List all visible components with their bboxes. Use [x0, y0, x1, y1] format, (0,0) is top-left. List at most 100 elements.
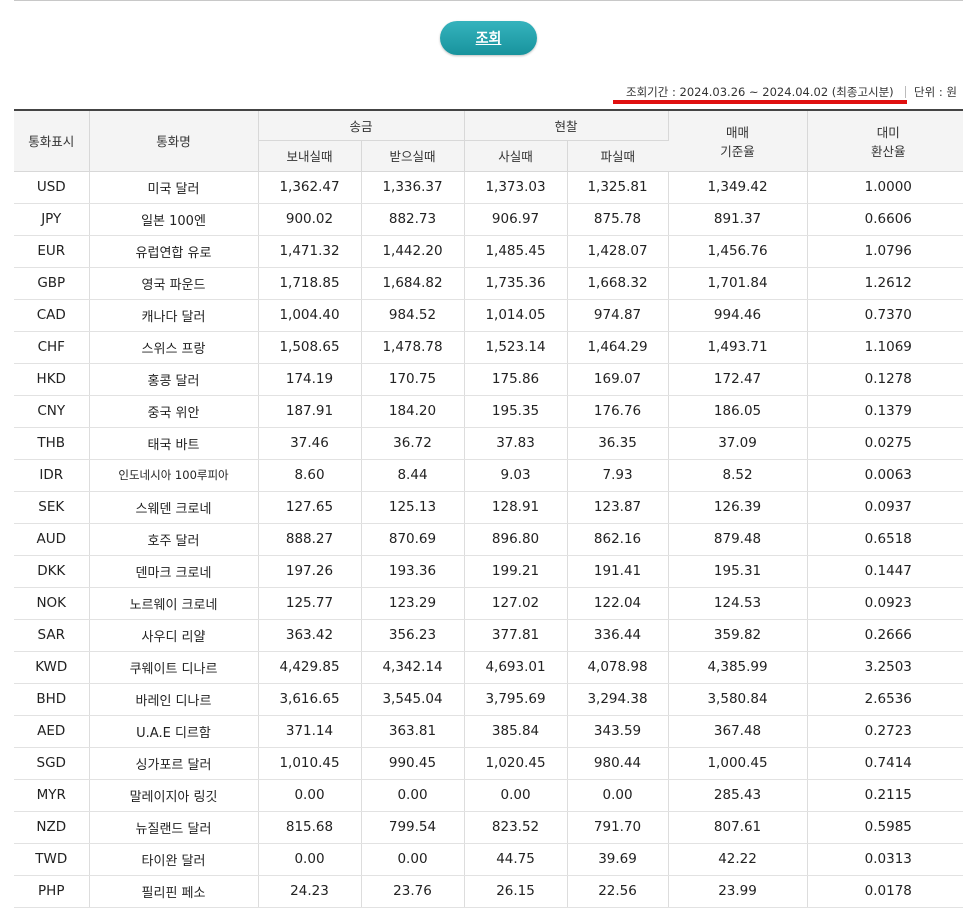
currency-name-cell: 일본 100엔 [89, 203, 259, 236]
period-info: 조회기간 : 2024.03.26 ~ 2024.04.02 (최종고시분) 단… [620, 84, 963, 100]
currency-code-cell: IDR [14, 459, 90, 492]
cash-sell-cell: 4,078.98 [567, 651, 669, 684]
send-rate-cell: 24.23 [258, 875, 362, 908]
currency-code-cell: NOK [14, 587, 90, 620]
currency-code-cell: AED [14, 715, 90, 748]
receive-rate-cell: 882.73 [361, 203, 465, 236]
send-rate-cell: 1,010.45 [258, 747, 362, 780]
receive-rate-cell: 0.00 [361, 843, 465, 876]
usd-rate-cell: 0.2666 [807, 619, 963, 652]
usd-rate-cell: 0.1278 [807, 363, 963, 396]
currency-code-cell: CHF [14, 331, 90, 364]
cash-buy-cell: 37.83 [464, 427, 568, 460]
table-row: CNY 중국 위안 187.91 184.20 195.35 176.76 186.05 0.… [14, 395, 963, 428]
currency-code-cell: USD [14, 171, 90, 204]
cash-sell-cell: 336.44 [567, 619, 669, 652]
cash-buy-cell: 896.80 [464, 523, 568, 556]
send-rate-cell: 371.14 [258, 715, 362, 748]
cash-sell-cell: 343.59 [567, 715, 669, 748]
send-rate-cell: 363.42 [258, 619, 362, 652]
header-send: 보내실때 [258, 140, 362, 172]
currency-name-cell: 영국 파운드 [89, 267, 259, 300]
cash-buy-cell: 9.03 [464, 459, 568, 492]
send-rate-cell: 197.26 [258, 555, 362, 588]
cash-buy-cell: 127.02 [464, 587, 568, 620]
send-rate-cell: 174.19 [258, 363, 362, 396]
header-usd-rate: 대미 환산율 [807, 109, 963, 172]
currency-code-cell: CNY [14, 395, 90, 428]
send-rate-cell: 1,471.32 [258, 235, 362, 268]
base-rate-cell: 8.52 [668, 459, 808, 492]
currency-code-cell: EUR [14, 235, 90, 268]
send-rate-cell: 37.46 [258, 427, 362, 460]
cash-buy-cell: 1,523.14 [464, 331, 568, 364]
table-row: CHF 스위스 프랑 1,508.65 1,478.78 1,523.14 1,464.2… [14, 331, 963, 364]
currency-code-cell: KWD [14, 651, 90, 684]
cash-sell-cell: 1,428.07 [567, 235, 669, 268]
usd-rate-cell: 0.0275 [807, 427, 963, 460]
base-rate-cell: 172.47 [668, 363, 808, 396]
cash-sell-cell: 1,464.29 [567, 331, 669, 364]
usd-rate-cell: 0.5985 [807, 811, 963, 844]
cash-buy-cell: 0.00 [464, 779, 568, 812]
cash-buy-cell: 1,020.45 [464, 747, 568, 780]
base-rate-cell: 3,580.84 [668, 683, 808, 716]
table-row: SGD 싱가포르 달러 1,010.45 990.45 1,020.45 980.44 1,… [14, 747, 963, 780]
cash-sell-cell: 176.76 [567, 395, 669, 428]
table-row: AUD 호주 달러 888.27 870.69 896.80 862.16 879.48 0.… [14, 523, 963, 556]
receive-rate-cell: 1,336.37 [361, 171, 465, 204]
receive-rate-cell: 870.69 [361, 523, 465, 556]
currency-name-cell: 노르웨이 크로네 [89, 587, 259, 620]
cash-buy-cell: 4,693.01 [464, 651, 568, 684]
usd-rate-cell: 0.6606 [807, 203, 963, 236]
currency-name-cell: 말레이지아 링깃 [89, 779, 259, 812]
table-row: THB 태국 바트 37.46 36.72 37.83 36.35 37.09 0.0275 [14, 427, 963, 460]
base-rate-cell: 4,385.99 [668, 651, 808, 684]
currency-code-cell: NZD [14, 811, 90, 844]
base-rate-cell: 195.31 [668, 555, 808, 588]
send-rate-cell: 0.00 [258, 779, 362, 812]
base-rate-cell: 1,493.71 [668, 331, 808, 364]
receive-rate-cell: 3,545.04 [361, 683, 465, 716]
receive-rate-cell: 125.13 [361, 491, 465, 524]
cash-sell-cell: 191.41 [567, 555, 669, 588]
receive-rate-cell: 799.54 [361, 811, 465, 844]
header-row-top: 통화표시 통화명 송금 현찰 매매 기준율 대미 환산율 [14, 109, 963, 172]
cash-buy-cell: 906.97 [464, 203, 568, 236]
table-row: NOK 노르웨이 크로네 125.77 123.29 127.02 122.04 124.5… [14, 587, 963, 620]
receive-rate-cell: 0.00 [361, 779, 465, 812]
receive-rate-cell: 984.52 [361, 299, 465, 332]
currency-name-cell: 중국 위안 [89, 395, 259, 428]
period-text: 조회기간 : 2024.03.26 ~ 2024.04.02 (최종고시분) [626, 85, 894, 99]
header-buy: 사실때 [464, 140, 568, 172]
receive-rate-cell: 184.20 [361, 395, 465, 428]
usd-rate-cell: 1.2612 [807, 267, 963, 300]
cash-sell-cell: 974.87 [567, 299, 669, 332]
currency-code-cell: BHD [14, 683, 90, 716]
base-rate-cell: 891.37 [668, 203, 808, 236]
cash-sell-cell: 123.87 [567, 491, 669, 524]
currency-name-cell: 바레인 디나르 [89, 683, 259, 716]
currency-code-cell: SAR [14, 619, 90, 652]
table-row: NZD 뉴질랜드 달러 815.68 799.54 823.52 791.70 807.61… [14, 811, 963, 844]
table-row: SEK 스웨덴 크로네 127.65 125.13 128.91 123.87 126.39… [14, 491, 963, 524]
send-rate-cell: 3,616.65 [258, 683, 362, 716]
usd-rate-cell: 0.2115 [807, 779, 963, 812]
base-rate-cell: 1,456.76 [668, 235, 808, 268]
table-row: MYR 말레이지아 링깃 0.00 0.00 0.00 0.00 285.43 0.2115 [14, 779, 963, 812]
base-rate-cell: 186.05 [668, 395, 808, 428]
header-receive: 받으실때 [361, 140, 465, 172]
search-button[interactable]: 조회 [440, 21, 537, 55]
table-row: BHD 바레인 디나르 3,616.65 3,545.04 3,795.69 3,294.… [14, 683, 963, 716]
currency-code-cell: JPY [14, 203, 90, 236]
cash-buy-cell: 385.84 [464, 715, 568, 748]
cash-buy-cell: 26.15 [464, 875, 568, 908]
table-row: IDR 인도네시아 100루피아 8.60 8.44 9.03 7.93 8.52 0.006… [14, 459, 963, 492]
usd-rate-cell: 0.0178 [807, 875, 963, 908]
exchange-rate-table: 통화표시 통화명 송금 현찰 매매 기준율 대미 환산율 보내실때 받으실때 사… [14, 109, 963, 908]
usd-rate-cell: 0.1447 [807, 555, 963, 588]
table-row: DKK 덴마크 크로네 197.26 193.36 199.21 191.41 195.31… [14, 555, 963, 588]
cash-sell-cell: 1,325.81 [567, 171, 669, 204]
receive-rate-cell: 23.76 [361, 875, 465, 908]
currency-name-cell: 유럽연합 유로 [89, 235, 259, 268]
